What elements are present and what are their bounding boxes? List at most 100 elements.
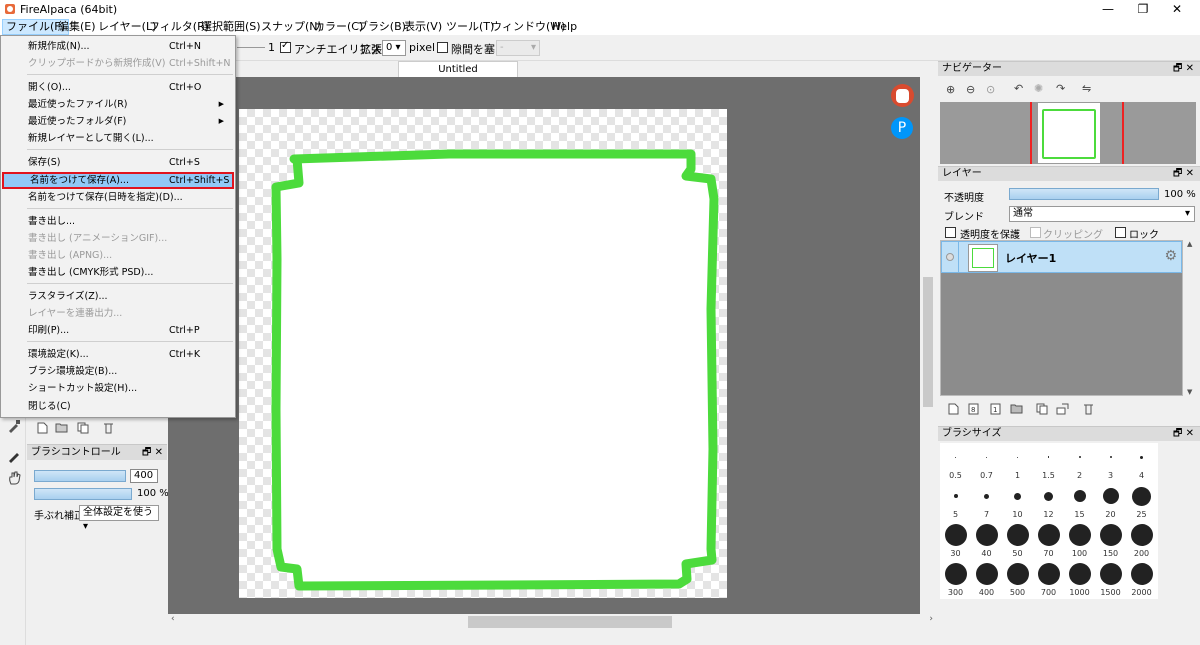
brush-size-cell[interactable]: 500 bbox=[1002, 560, 1033, 599]
menu-item-open-as-layer[interactable]: 新規レイヤーとして開く(L)... bbox=[2, 130, 234, 147]
antialias-checkbox[interactable] bbox=[280, 40, 291, 53]
new-1bit-layer-icon[interactable]: 1 bbox=[990, 403, 1001, 415]
zoom-in-icon[interactable]: ⊕ bbox=[946, 83, 955, 96]
menu-item-export-apng[interactable]: 書き出し (APNG)... bbox=[2, 247, 234, 264]
brush-size-cell[interactable]: 1500 bbox=[1095, 560, 1126, 599]
rotate-right-icon[interactable]: ↷ bbox=[1056, 82, 1065, 95]
vertical-scroll-thumb[interactable] bbox=[923, 277, 933, 407]
brush-size-cell[interactable]: 15 bbox=[1064, 482, 1095, 521]
document-tab[interactable]: Untitled bbox=[398, 61, 518, 77]
menu-item-export-cmyk-psd[interactable]: 書き出し (CMYK形式 PSD)... bbox=[2, 264, 234, 281]
zoom-out-icon[interactable]: ⊖ bbox=[966, 83, 975, 96]
expand-select[interactable]: 0 ▾ bbox=[382, 40, 406, 56]
menu-item-preferences[interactable]: 環境設定(K)... Ctrl+K bbox=[2, 346, 234, 363]
layer-visibility-icon[interactable] bbox=[946, 253, 954, 261]
brush-size-cell[interactable]: 0.5 bbox=[940, 443, 971, 482]
close-gap-select[interactable]: - ▾ bbox=[496, 40, 540, 56]
close-window-button[interactable]: ✕ bbox=[1154, 0, 1200, 19]
merge-layer-icon[interactable] bbox=[1056, 403, 1070, 415]
delete-layer-icon[interactable] bbox=[1083, 403, 1094, 415]
pen-tool-icon[interactable] bbox=[7, 449, 21, 463]
brush-size-cell[interactable]: 2000 bbox=[1126, 560, 1157, 599]
brush-size-cell[interactable]: 0.7 bbox=[971, 443, 1002, 482]
canvas-horizontal-scrollbar[interactable]: ‹ › bbox=[168, 614, 936, 628]
brush-size-cell[interactable]: 30 bbox=[940, 521, 971, 560]
clipping-checkbox[interactable] bbox=[1030, 227, 1041, 238]
lock-checkbox[interactable] bbox=[1115, 227, 1126, 238]
layer-opacity-slider[interactable] bbox=[1009, 188, 1159, 200]
stabilizer-select[interactable]: 全体設定を使う ▾ bbox=[79, 505, 159, 532]
brush-size-cell[interactable]: 1.5 bbox=[1033, 443, 1064, 482]
new-layer-icon[interactable] bbox=[948, 403, 959, 415]
brush-size-cell[interactable]: 1 bbox=[1002, 443, 1033, 482]
brush-size-cell[interactable]: 12 bbox=[1033, 482, 1064, 521]
pixiv-icon[interactable]: P bbox=[891, 117, 913, 139]
brush-size-cell[interactable]: 50 bbox=[1002, 521, 1033, 560]
menu-item-recent-files[interactable]: 最近使ったファイル(R) ▶ bbox=[2, 96, 234, 113]
menu-item-export-gif[interactable]: 書き出し (アニメーションGIF)... bbox=[2, 230, 234, 247]
protect-alpha-checkbox[interactable] bbox=[945, 227, 956, 238]
menu-edit[interactable]: 編集(E) bbox=[55, 19, 99, 35]
eyedropper-icon[interactable] bbox=[7, 419, 21, 433]
menu-view[interactable]: 表示(V) bbox=[401, 19, 445, 35]
navigator-preview[interactable] bbox=[940, 102, 1196, 164]
brush-folder-icon[interactable] bbox=[55, 422, 68, 433]
menu-item-shortcut-settings[interactable]: ショートカット設定(H)... bbox=[2, 380, 234, 397]
close-gap-checkbox[interactable] bbox=[437, 42, 448, 53]
brush-size-cell[interactable]: 20 bbox=[1095, 482, 1126, 521]
navigator-panel-buttons[interactable]: 🗗 ✕ bbox=[1173, 62, 1194, 76]
new-layer-folder-icon[interactable] bbox=[1010, 403, 1023, 414]
brush-size-cell[interactable]: 7 bbox=[971, 482, 1002, 521]
menu-selection[interactable]: 選択範囲(S) bbox=[198, 19, 264, 35]
menu-help[interactable]: Help bbox=[549, 19, 580, 35]
brush-size-cell[interactable]: 70 bbox=[1033, 521, 1064, 560]
menu-item-save-as-dated[interactable]: 名前をつけて保存(日時を指定)(D)... bbox=[2, 189, 234, 206]
horizontal-scroll-thumb[interactable] bbox=[468, 616, 672, 628]
delete-brush-icon[interactable] bbox=[103, 422, 114, 434]
brush-size-cell[interactable]: 100 bbox=[1064, 521, 1095, 560]
brush-opacity-slider[interactable] bbox=[34, 488, 132, 500]
layer-list-scrollbar[interactable]: ▲ ▼ bbox=[1185, 240, 1196, 396]
brush-size-cell[interactable]: 2 bbox=[1064, 443, 1095, 482]
brush-size-cell[interactable]: 1000 bbox=[1064, 560, 1095, 599]
brush-size-cell[interactable]: 200 bbox=[1126, 521, 1157, 560]
menu-item-rasterize[interactable]: ラスタライズ(Z)... bbox=[2, 288, 234, 305]
menu-item-brush-preferences[interactable]: ブラシ環境設定(B)... bbox=[2, 363, 234, 380]
brush-size-cell[interactable]: 150 bbox=[1095, 521, 1126, 560]
new-brush-icon[interactable] bbox=[37, 422, 48, 434]
layer-settings-gear-icon[interactable]: ⚙ bbox=[1164, 248, 1177, 264]
brush-size-cell[interactable]: 700 bbox=[1033, 560, 1064, 599]
layer-panel-buttons[interactable]: 🗗 ✕ bbox=[1173, 167, 1194, 181]
menu-item-save-as[interactable]: 名前をつけて保存(A)... Ctrl+Shift+S bbox=[2, 172, 234, 189]
menu-item-export-layers-sequence[interactable]: レイヤーを連番出力... bbox=[2, 305, 234, 322]
menu-item-open[interactable]: 開く(O)... Ctrl+O bbox=[2, 79, 234, 96]
menu-item-recent-folders[interactable]: 最近使ったフォルダ(F) ▶ bbox=[2, 113, 234, 130]
brush-size-cell[interactable]: 40 bbox=[971, 521, 1002, 560]
brush-size-cell[interactable]: 300 bbox=[940, 560, 971, 599]
duplicate-layer-icon[interactable] bbox=[1036, 403, 1048, 415]
menu-item-export[interactable]: 書き出し... bbox=[2, 213, 234, 230]
brush-size-slider[interactable] bbox=[34, 470, 126, 482]
menu-item-save[interactable]: 保存(S) Ctrl+S bbox=[2, 154, 234, 171]
layer-row[interactable]: レイヤー1 ⚙ bbox=[941, 241, 1182, 273]
brush-size-cell[interactable]: 3 bbox=[1095, 443, 1126, 482]
canvas-vertical-scrollbar[interactable] bbox=[920, 77, 936, 614]
brush-size-input[interactable]: 400 bbox=[130, 469, 158, 483]
brush-size-cell[interactable]: 4 bbox=[1126, 443, 1157, 482]
hand-tool-icon[interactable] bbox=[7, 471, 21, 485]
flip-horizontal-icon[interactable]: ⇋ bbox=[1082, 82, 1091, 95]
alpaca-avatar[interactable] bbox=[891, 84, 914, 107]
brush-size-cell[interactable]: 400 bbox=[971, 560, 1002, 599]
brush-size-cell[interactable]: 5 bbox=[940, 482, 971, 521]
brush-size-panel-buttons[interactable]: 🗗 ✕ bbox=[1173, 427, 1194, 441]
rotate-left-icon[interactable]: ↶ bbox=[1014, 82, 1023, 95]
brush-control-panel-buttons[interactable]: 🗗 ✕ bbox=[142, 445, 163, 460]
menu-item-new-from-clipboard[interactable]: クリップボードから新規作成(V) Ctrl+Shift+N bbox=[2, 55, 234, 72]
brush-size-cell[interactable]: 10 bbox=[1002, 482, 1033, 521]
zoom-reset-icon[interactable]: ⊙ bbox=[986, 83, 995, 96]
duplicate-brush-icon[interactable] bbox=[77, 422, 89, 434]
menu-item-close[interactable]: 閉じる(C) bbox=[2, 398, 234, 415]
blend-mode-select[interactable]: 通常 ▾ bbox=[1009, 206, 1195, 222]
tolerance-slider[interactable] bbox=[237, 47, 265, 48]
new-8bit-layer-icon[interactable]: 8 bbox=[968, 403, 979, 415]
